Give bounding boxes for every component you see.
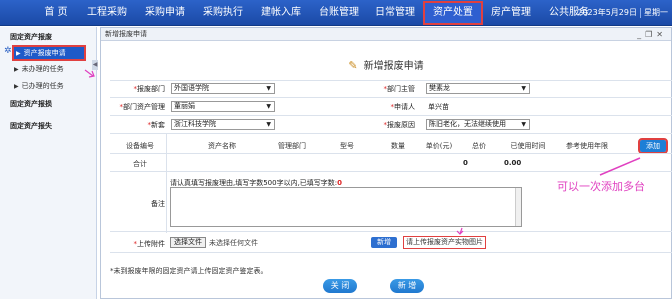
annotation-arrow	[84, 69, 95, 78]
annotation-arrow	[456, 227, 464, 235]
annotation-arrow	[599, 157, 641, 176]
annotation-arrows	[84, 69, 641, 235]
